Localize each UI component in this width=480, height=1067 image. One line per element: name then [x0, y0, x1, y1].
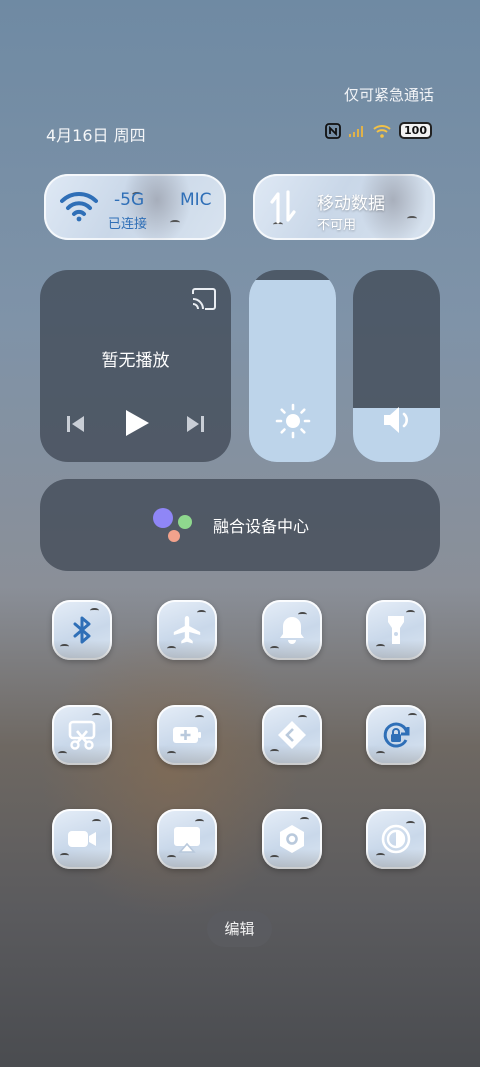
wifi-icon: [60, 191, 98, 222]
background-glow: [40, 620, 300, 920]
wifi-state: 已连接: [108, 217, 148, 232]
screenshot-icon: [68, 720, 96, 750]
ring-mode-toggle[interactable]: [262, 600, 322, 660]
cast-icon[interactable]: [191, 288, 217, 310]
brightness-icon: [275, 403, 311, 439]
battery-saver-toggle[interactable]: [157, 705, 217, 765]
edit-button[interactable]: 编辑: [207, 911, 272, 947]
screen-cast-toggle[interactable]: [157, 809, 217, 869]
bluetooth-icon: [73, 616, 91, 644]
previous-track-icon[interactable]: [66, 414, 86, 434]
battery-indicator: 100: [399, 122, 432, 139]
fusion-label: 融合设备中心: [213, 517, 310, 536]
date-text: 4月16日 周四: [46, 126, 146, 145]
nearby-share-toggle[interactable]: [262, 705, 322, 765]
airplane-icon: [173, 616, 201, 644]
fusion-dots-icon: [153, 508, 192, 542]
bluetooth-toggle[interactable]: [52, 600, 112, 660]
volume-slider[interactable]: [353, 270, 440, 462]
status-icons: 100: [325, 122, 432, 139]
bell-icon: [280, 617, 304, 644]
signal-icon: [349, 125, 364, 137]
flashlight-toggle[interactable]: [366, 600, 426, 660]
nfc-icon: [325, 122, 341, 139]
mobile-data-title: 移动数据: [317, 194, 385, 214]
fusion-device-center[interactable]: 融合设备中心: [40, 479, 440, 571]
settings-hex-icon: [280, 825, 304, 853]
battery-saver-icon: [173, 727, 201, 743]
emergency-call-text: 仅可紧急通话: [343, 86, 434, 104]
dark-mode-icon: [381, 824, 411, 854]
wifi-band: -5G: [114, 190, 145, 210]
settings-toggle[interactable]: [262, 809, 322, 869]
nearby-share-icon: [278, 721, 306, 749]
screen-record-icon: [68, 831, 96, 847]
screenshot-toggle[interactable]: [52, 705, 112, 765]
mobile-data-tile[interactable]: 移动数据 不可用: [253, 174, 435, 240]
brightness-slider[interactable]: [249, 270, 336, 462]
wifi-tile[interactable]: -5G MIC 已连接: [44, 174, 226, 240]
volume-icon: [384, 407, 408, 433]
next-track-icon[interactable]: [185, 414, 205, 434]
wifi-status-icon: [373, 124, 391, 138]
screen-record-toggle[interactable]: [52, 809, 112, 869]
flashlight-icon: [388, 616, 404, 644]
mobile-data-icon: [270, 190, 296, 224]
play-icon[interactable]: [123, 408, 151, 438]
airplane-mode-toggle[interactable]: [157, 600, 217, 660]
wifi-ssid: MIC: [180, 190, 212, 210]
screen-cast-icon: [174, 827, 200, 853]
media-player-card: 暂无播放: [40, 270, 231, 462]
rotation-lock-icon: [383, 722, 410, 748]
mobile-data-state: 不可用: [317, 218, 357, 233]
media-title: 暂无播放: [101, 351, 170, 371]
rotation-lock-toggle[interactable]: [366, 705, 426, 765]
dark-mode-toggle[interactable]: [366, 809, 426, 869]
